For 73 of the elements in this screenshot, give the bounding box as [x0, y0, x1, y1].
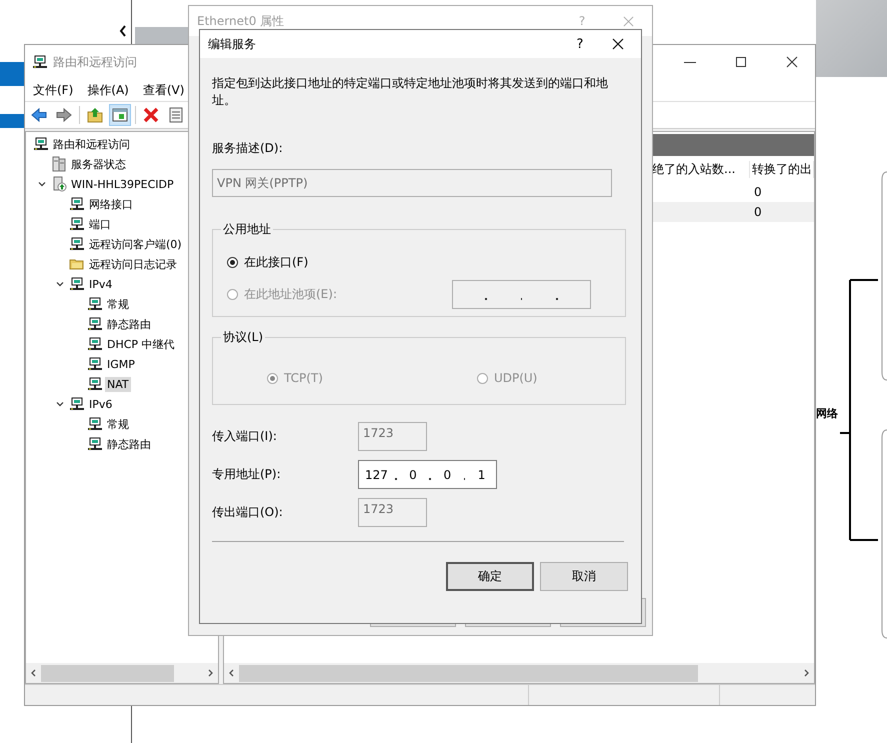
computer-icon — [33, 136, 49, 152]
field-label: 专用地址(P): — [212, 466, 282, 483]
computer-icon — [69, 216, 85, 232]
group-title: 协议(L) — [222, 329, 264, 346]
tree-item[interactable]: 静态路由 — [105, 436, 153, 452]
computer-icon — [32, 54, 48, 70]
tree-item[interactable]: 远程访问客户端(0) — [87, 236, 184, 252]
computer-icon — [69, 396, 85, 412]
background-window-strip — [0, 114, 24, 128]
dialog-button[interactable]: 取消 — [540, 562, 628, 591]
computer-icon — [87, 316, 103, 332]
menu-item[interactable]: 查看(V) — [142, 82, 184, 98]
tree-item[interactable]: IPv4 — [87, 276, 114, 292]
server-stack-icon — [51, 156, 67, 172]
menu-item[interactable]: 操作(A) — [87, 82, 129, 98]
menu-item[interactable]: 文件(F) — [33, 82, 74, 98]
console-tree-icon[interactable] — [110, 105, 130, 125]
tree-item[interactable]: 常规 — [105, 296, 131, 312]
radio-label: UDP(U) — [494, 371, 538, 385]
window-title: 路由和远程访问 — [53, 54, 137, 70]
tree-item[interactable]: 远程访问日志记录 — [87, 256, 179, 272]
computer-icon — [69, 276, 85, 292]
column-header[interactable]: 转换了的出 — [750, 160, 814, 178]
folder-up-icon[interactable] — [85, 105, 105, 125]
tree-item[interactable]: 服务器状态 — [69, 156, 128, 172]
delete-icon[interactable] — [141, 105, 161, 125]
computer-icon — [87, 336, 103, 352]
radio-label: 在此接口(F) — [244, 254, 308, 270]
computer-icon — [87, 356, 103, 372]
tree-item[interactable]: 网络接口 — [87, 196, 135, 212]
ip-address-field[interactable]: 127 0 0 1 — [358, 460, 497, 489]
radio-button[interactable] — [227, 256, 238, 268]
computer-icon — [87, 296, 103, 312]
radio-label: 在此地址池项(E): — [244, 286, 337, 303]
dialog-button[interactable]: 确定 — [446, 562, 534, 591]
computer-icon — [69, 236, 85, 252]
tree-item[interactable]: 静态路由 — [105, 316, 153, 332]
close-icon[interactable] — [786, 56, 798, 68]
close-icon[interactable] — [612, 38, 624, 50]
tree-item[interactable]: NAT — [105, 376, 131, 392]
window-title: Ethernet0 属性 — [197, 12, 284, 30]
server-icon — [51, 176, 67, 192]
radio-label: TCP(T) — [284, 371, 323, 385]
horizontal-scrollbar[interactable] — [26, 663, 218, 683]
tree-item[interactable]: 端口 — [87, 216, 113, 232]
tree-item[interactable]: WIN-HHL39PECIDP — [69, 176, 176, 192]
group-title: 公用地址 — [222, 221, 272, 238]
field-label: 传出端口(O): — [212, 504, 284, 521]
description-text: 指定包到达此接口地址的特定端口或特定地址池项时将其发送到的端口和地址。 — [212, 75, 609, 109]
computer-icon — [87, 416, 103, 432]
dialog-title: 编辑服务 — [208, 36, 256, 52]
computer-icon — [69, 196, 85, 212]
field-label: 传入端口(I): — [212, 428, 278, 445]
chevron-down-icon[interactable] — [55, 399, 65, 409]
tree-item[interactable]: DHCP 中继代 — [105, 336, 177, 352]
chevron-down-icon[interactable] — [55, 279, 65, 289]
table-cell-text: 0 — [753, 205, 763, 219]
help-button[interactable]: ? — [565, 36, 595, 52]
chevron-down-icon[interactable] — [37, 179, 47, 189]
maximize-icon[interactable] — [735, 56, 747, 68]
field-label: 服务描述(D): — [212, 140, 284, 157]
chevron-left-icon[interactable] — [118, 24, 128, 38]
background-window-strip — [0, 62, 24, 86]
computer-icon — [87, 436, 103, 452]
horizontal-scrollbar[interactable] — [224, 663, 814, 683]
tree-item[interactable]: 常规 — [105, 416, 131, 432]
tree-item[interactable]: 路由和远程访问 — [51, 136, 132, 152]
diagram-label: 网络 — [816, 406, 838, 421]
computer-icon — [87, 376, 103, 392]
forward-arrow-icon[interactable] — [54, 105, 74, 125]
tree-item[interactable]: IGMP — [105, 356, 137, 372]
tree-item[interactable]: IPv6 — [87, 396, 114, 412]
back-arrow-icon[interactable] — [29, 105, 49, 125]
